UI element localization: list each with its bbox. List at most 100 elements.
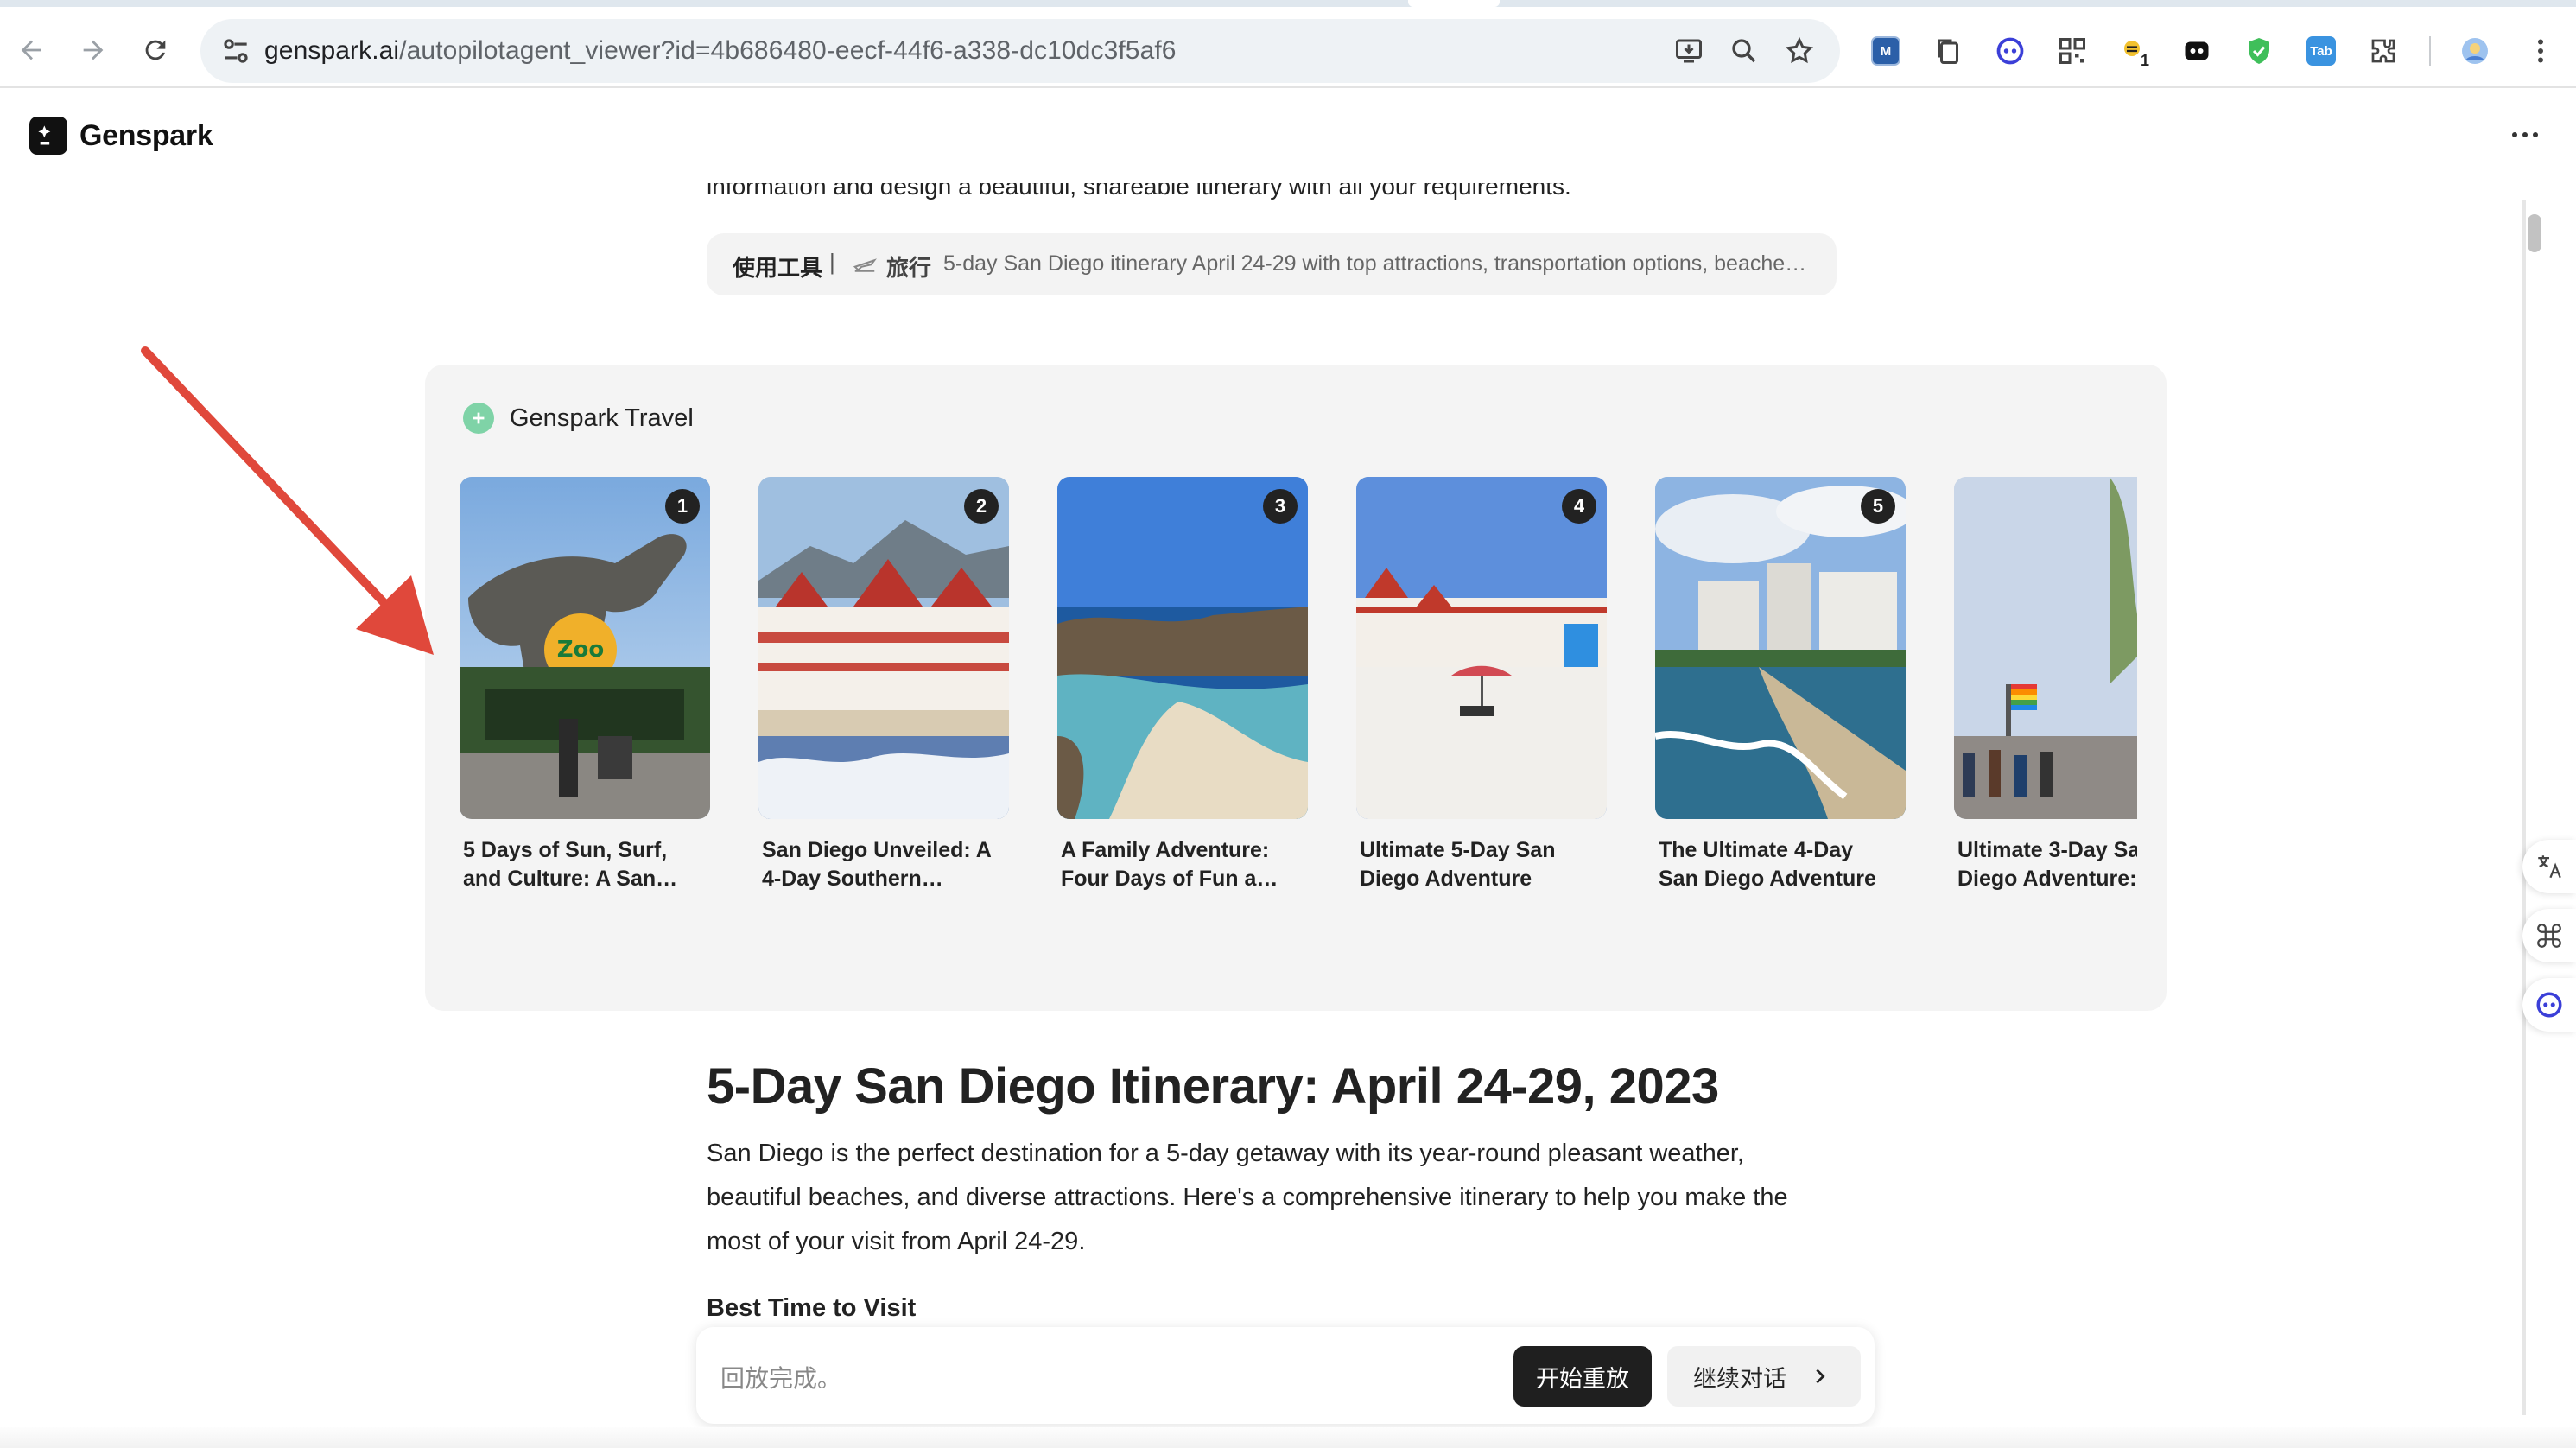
extension-tab[interactable]: Tab xyxy=(2303,33,2339,69)
bookmark-button[interactable] xyxy=(1781,33,1818,69)
genspark-logo[interactable] xyxy=(29,117,67,155)
extension-robot[interactable] xyxy=(1992,33,2028,69)
shield-icon xyxy=(2249,38,2269,64)
travel-logo-icon xyxy=(463,403,494,434)
assistant-button[interactable] xyxy=(2522,978,2576,1032)
arrow-right-icon xyxy=(83,40,104,60)
browser-menu-button[interactable] xyxy=(2522,33,2559,69)
address-bar[interactable]: genspark.ai/autopilotagent_viewer?id=4b6… xyxy=(200,19,1840,83)
active-tab-edge[interactable] xyxy=(1408,0,1500,7)
install-icon xyxy=(1676,39,1702,63)
robot-face-icon xyxy=(2536,992,2562,1018)
url-text[interactable]: genspark.ai/autopilotagent_viewer?id=4b6… xyxy=(264,36,1177,66)
itinerary-title[interactable]: The Ultimate 4-Day San Diego Adventure xyxy=(1655,836,1888,892)
itinerary-title[interactable]: Ultimate 5-Day San Diego Adventure xyxy=(1356,836,1589,892)
intro-paragraph: San Diego is the perfect destination for… xyxy=(707,1140,1788,1255)
extension-shield[interactable] xyxy=(2241,33,2277,69)
genspark-logo-icon xyxy=(38,125,51,145)
tool-query: 5-day San Diego itinerary April 24-29 wi… xyxy=(943,251,1816,276)
itinerary-thumbnail: Zoo 1 xyxy=(460,477,710,819)
copy-extension-icon xyxy=(1938,39,1958,64)
page-heading: 5-Day San Diego Itinerary: April 24-29, … xyxy=(707,1058,1719,1115)
apps-button[interactable] xyxy=(2522,909,2576,962)
more-options-button[interactable] xyxy=(2503,119,2547,150)
itinerary-title[interactable]: A Family Adventure: Four Days of Fun and… xyxy=(1057,836,1291,892)
itinerary-thumbnail: 3 xyxy=(1057,477,1308,819)
robot-face-icon xyxy=(1996,37,2024,65)
extension-qr[interactable] xyxy=(2054,33,2091,69)
annotation-arrow-icon xyxy=(141,346,434,655)
scrollbar-track[interactable] xyxy=(2522,200,2526,1415)
translate-icon xyxy=(2538,855,2561,879)
itinerary-index-badge: 4 xyxy=(1562,489,1596,524)
tab-strip xyxy=(0,0,2576,7)
window-bottom-edge xyxy=(0,1427,2576,1448)
scrollbar-thumb[interactable] xyxy=(2528,214,2541,252)
app-header: Genspark xyxy=(0,88,2576,183)
tool-usage-pill[interactable]: 使用工具 | 旅行 5-day San Diego itinerary Apri… xyxy=(707,233,1837,295)
travel-card-title: Genspark Travel xyxy=(510,404,694,432)
itinerary-carousel[interactable]: Zoo 1 5 Days of Sun, Surf, and Culture: … xyxy=(460,477,2137,892)
translate-button[interactable] xyxy=(2522,840,2576,893)
reload-button[interactable] xyxy=(133,28,178,73)
itinerary-thumbnail: 4 xyxy=(1356,477,1607,819)
tool-category: 旅行 xyxy=(886,255,932,281)
avatar-icon xyxy=(2462,38,2488,64)
itinerary-thumbnail: 2 xyxy=(758,477,1009,819)
star-icon xyxy=(1785,36,1814,64)
forward-button[interactable] xyxy=(71,28,116,73)
brand-name[interactable]: Genspark xyxy=(79,119,213,153)
profile-avatar[interactable] xyxy=(2457,33,2493,69)
magnifier-icon xyxy=(1732,39,1756,63)
tool-separator: | xyxy=(829,249,835,275)
itinerary-card[interactable]: 4 Ultimate 5-Day San Diego Adventure xyxy=(1356,477,1607,892)
back-button[interactable] xyxy=(9,28,54,73)
chevron-right-icon xyxy=(1816,1369,1825,1384)
more-dot-icon xyxy=(2512,132,2517,137)
continue-chat-button[interactable]: 继续对话 xyxy=(1667,1346,1861,1407)
itinerary-card[interactable]: Zoo 1 5 Days of Sun, Surf, and Culture: … xyxy=(460,477,710,892)
genspark-travel-card: Genspark Travel Zoo 1 5 Days of Sun, Sur… xyxy=(425,365,2167,1011)
itinerary-title[interactable]: 5 Days of Sun, Surf, and Culture: A San … xyxy=(460,836,693,892)
itinerary-title[interactable]: San Diego Unveiled: A 4-Day Southern Cal… xyxy=(758,836,992,892)
puzzle-icon xyxy=(2371,39,2395,63)
tool-label: 使用工具 xyxy=(733,255,823,281)
itinerary-card[interactable]: 6 Ultimate 3-Day San Diego Adventure: Su… xyxy=(1954,477,2137,892)
m-extension-icon: M xyxy=(1871,36,1900,66)
cut-off-paragraph: information and design a beautiful, shar… xyxy=(707,183,1571,200)
tab-extension-icon: Tab xyxy=(2306,36,2336,66)
replay-bar: 回放完成。 开始重放 继续对话 xyxy=(696,1327,1875,1424)
toolbar-divider xyxy=(2429,36,2431,66)
itinerary-title[interactable]: Ultimate 3-Day San Diego Adventure: Sun,… xyxy=(1954,836,2137,892)
zoom-button[interactable] xyxy=(1726,33,1762,69)
svg-text:Zoo: Zoo xyxy=(557,637,605,663)
command-icon xyxy=(2537,924,2561,948)
section-subheading: Best Time to Visit xyxy=(707,1294,917,1322)
start-replay-button[interactable]: 开始重放 xyxy=(1513,1346,1652,1407)
qr-code-icon xyxy=(2059,38,2085,64)
extension-badge-count: 1 xyxy=(2141,52,2150,69)
extension-badge[interactable]: 1 xyxy=(2116,33,2153,69)
itinerary-card[interactable]: 2 San Diego Unveiled: A 4-Day Southern C… xyxy=(758,477,1009,892)
itinerary-card[interactable]: 3 A Family Adventure: Four Days of Fun a… xyxy=(1057,477,1308,892)
itinerary-index-badge: 1 xyxy=(665,489,700,524)
itinerary-index-badge: 3 xyxy=(1263,489,1298,524)
plane-icon xyxy=(853,258,877,272)
itinerary-index-badge: 5 xyxy=(1861,489,1895,524)
extension-dark[interactable] xyxy=(2179,33,2215,69)
url-path: /autopilotagent_viewer?id=4b686480-eecf-… xyxy=(399,36,1177,65)
continue-chat-label: 继续对话 xyxy=(1693,1365,1786,1392)
install-app-button[interactable] xyxy=(1671,33,1707,69)
url-host: genspark.ai xyxy=(264,36,400,65)
itinerary-thumbnail: 6 xyxy=(1954,477,2137,819)
reload-icon xyxy=(145,40,166,60)
mask-extension-icon xyxy=(2185,41,2209,60)
browser-toolbar: genspark.ai/autopilotagent_viewer?id=4b6… xyxy=(0,7,2576,88)
more-dot-icon xyxy=(2533,132,2538,137)
extensions-button[interactable] xyxy=(2365,33,2402,69)
tune-icon[interactable] xyxy=(219,35,252,67)
itinerary-thumbnail: 5 xyxy=(1655,477,1906,819)
itinerary-card[interactable]: 5 The Ultimate 4-Day San Diego Adventure xyxy=(1655,477,1906,892)
extension-copy[interactable] xyxy=(1930,33,1966,69)
extension-m[interactable]: M xyxy=(1868,33,1904,69)
